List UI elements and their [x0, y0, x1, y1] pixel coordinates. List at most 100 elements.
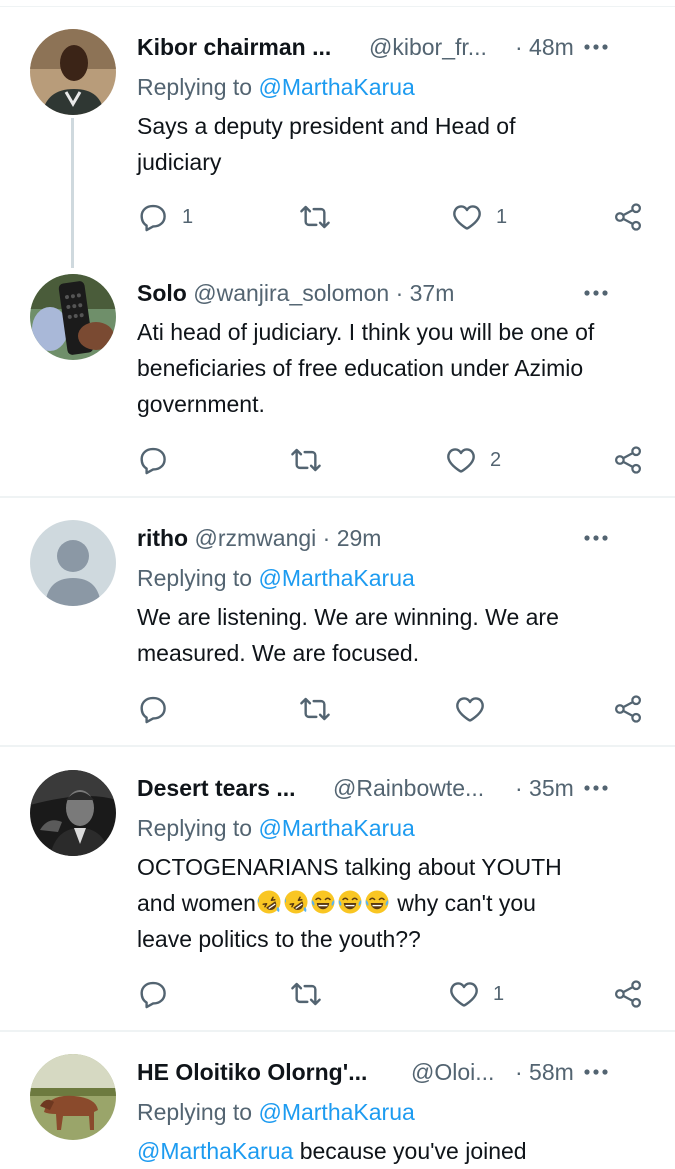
like-button[interactable]: [454, 689, 486, 729]
tweet-actions: 2: [0, 440, 675, 480]
replying-mention[interactable]: @MarthaKarua: [258, 74, 414, 100]
tweet-text-segment: and women: [137, 890, 256, 916]
replying-to: Replying to @MarthaKarua: [137, 563, 415, 593]
reply-button[interactable]: 1: [137, 197, 193, 237]
avatar-image: [30, 770, 116, 856]
share-button[interactable]: [613, 440, 643, 480]
share-icon: [613, 693, 643, 725]
thread-line: [71, 118, 74, 268]
more-icon[interactable]: [581, 773, 611, 803]
share-button[interactable]: [613, 974, 643, 1014]
reply-button[interactable]: [137, 689, 169, 729]
tweet-actions: 1: [0, 974, 675, 1014]
share-icon: [613, 444, 643, 476]
reply-button[interactable]: [137, 440, 169, 480]
more-icon[interactable]: [581, 1057, 611, 1087]
like-button[interactable]: 2: [445, 440, 501, 480]
joy-emoji-icon: [337, 889, 363, 915]
retweet-button[interactable]: [289, 974, 323, 1014]
like-button[interactable]: 1: [448, 974, 504, 1014]
display-name[interactable]: ritho: [137, 525, 188, 551]
more-icon[interactable]: [581, 523, 611, 553]
tweet-header: Kibor chairman ... @kibor_fr... · 48m: [137, 32, 645, 62]
replying-prefix: Replying to: [137, 1099, 259, 1125]
retweet-button[interactable]: [298, 197, 332, 237]
tweet-text-line: OCTOGENARIANS talking about YOUTH: [137, 854, 562, 880]
retweet-button[interactable]: [298, 689, 332, 729]
share-icon: [613, 201, 643, 233]
share-button[interactable]: [613, 197, 643, 237]
display-name[interactable]: Desert tears ...: [137, 775, 296, 801]
joy-emoji-icon: [364, 889, 390, 915]
reply-count: 1: [182, 205, 194, 228]
display-name[interactable]: Solo: [137, 280, 187, 306]
reply-icon: [137, 978, 169, 1010]
avatar[interactable]: [30, 274, 116, 360]
timestamp[interactable]: · 58m: [515, 1057, 574, 1087]
default-avatar-icon: [30, 520, 116, 606]
timestamp[interactable]: · 29m: [323, 525, 382, 551]
retweet-button[interactable]: [289, 440, 323, 480]
rofl-emoji-icon: [256, 889, 282, 915]
timestamp[interactable]: · 48m: [515, 32, 574, 62]
tweet-actions: 1 1: [0, 197, 675, 237]
avatar-image: [30, 29, 116, 115]
replying-mention[interactable]: @MarthaKarua: [258, 1099, 414, 1125]
avatar-image: [30, 1054, 116, 1140]
user-handle[interactable]: @kibor_fr...: [369, 32, 487, 62]
like-count: 1: [496, 205, 508, 228]
retweet-icon: [289, 978, 323, 1010]
tweet-text-line: leave politics to the youth??: [137, 926, 421, 952]
display-name[interactable]: Kibor chairman ...: [137, 34, 331, 60]
avatar[interactable]: [30, 520, 116, 606]
rofl-emoji-icon: [283, 889, 309, 915]
tweet-header: Desert tears ... @Rainbowte... · 35m: [137, 773, 645, 803]
timestamp[interactable]: · 35m: [515, 773, 574, 803]
tweet-header: Solo @wanjira_solomon · 37m: [137, 278, 645, 308]
like-count: 2: [490, 448, 502, 471]
heart-icon: [448, 978, 480, 1010]
more-icon[interactable]: [581, 278, 611, 308]
like-button[interactable]: 1: [451, 197, 507, 237]
user-handle[interactable]: @wanjira_solomon: [193, 280, 389, 306]
tweet-text: OCTOGENARIANS talking about YOUTH and wo…: [137, 849, 657, 957]
top-divider: [0, 6, 675, 7]
reply-icon: [137, 693, 169, 725]
retweet-icon: [298, 201, 332, 233]
tweet-text-segment: because you've joined: [293, 1138, 527, 1164]
tweet-header: ritho @rzmwangi · 29m: [137, 523, 645, 553]
tweet-text: Says a deputy president and Head of judi…: [137, 113, 516, 175]
replying-prefix: Replying to: [137, 565, 259, 591]
joy-emoji-icon: [310, 889, 336, 915]
share-button[interactable]: [613, 689, 643, 729]
avatar[interactable]: [30, 1054, 116, 1140]
tweet-divider: [0, 1030, 675, 1032]
tweet-mention[interactable]: @MarthaKarua: [137, 1138, 293, 1164]
user-handle[interactable]: @Rainbowte...: [333, 773, 484, 803]
avatar[interactable]: [30, 770, 116, 856]
like-count: 1: [493, 982, 505, 1005]
replying-to: Replying to @MarthaKarua: [137, 1097, 415, 1127]
tweet-actions: [0, 689, 675, 729]
reply-icon: [137, 444, 169, 476]
timestamp[interactable]: · 37m: [396, 280, 455, 306]
replying-to: Replying to @MarthaKarua: [137, 72, 415, 102]
heart-icon: [451, 201, 483, 233]
retweet-icon: [298, 693, 332, 725]
more-icon[interactable]: [581, 32, 611, 62]
heart-icon: [445, 444, 477, 476]
avatar-image: [30, 274, 116, 360]
reply-button[interactable]: [137, 974, 169, 1014]
user-handle[interactable]: @rzmwangi: [195, 525, 317, 551]
tweet-divider: [0, 745, 675, 747]
replying-prefix: Replying to: [137, 74, 259, 100]
retweet-icon: [289, 444, 323, 476]
user-handle[interactable]: @Oloi...: [411, 1057, 494, 1087]
avatar[interactable]: [30, 29, 116, 115]
tweet-text: Ati head of judiciary. I think you will …: [137, 319, 595, 417]
display-name[interactable]: HE Oloitiko Olorng'...: [137, 1059, 367, 1085]
replying-to: Replying to @MarthaKarua: [137, 813, 415, 843]
tweet-text-segment: why can't you: [390, 890, 536, 916]
replying-mention[interactable]: @MarthaKarua: [258, 565, 414, 591]
replying-mention[interactable]: @MarthaKarua: [258, 815, 414, 841]
